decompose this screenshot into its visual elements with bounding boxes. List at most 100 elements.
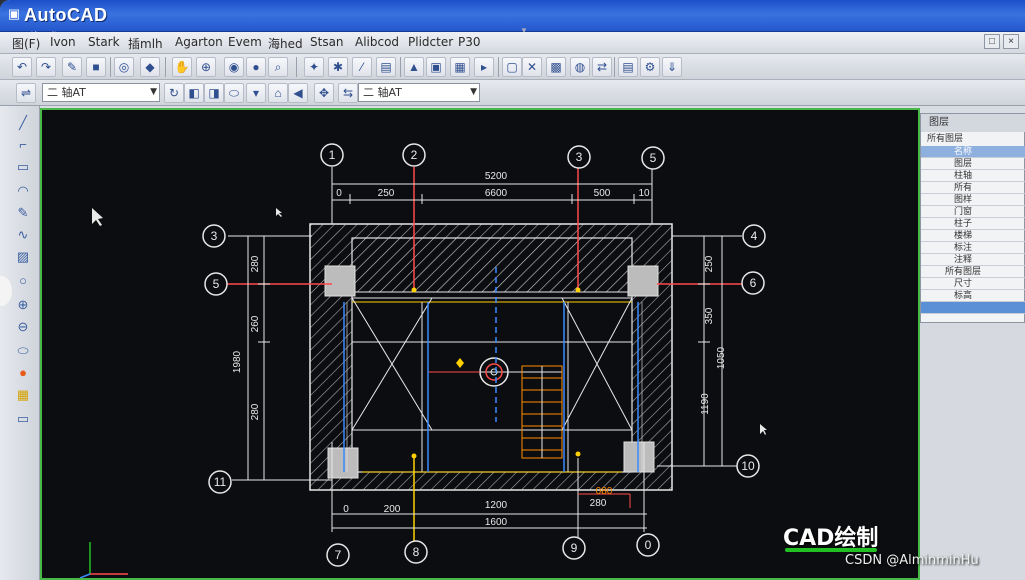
list-item[interactable]: 尺寸 xyxy=(921,278,1025,290)
layer-filter-icon[interactable]: ⬭ xyxy=(224,83,244,103)
list-item[interactable]: 所有 xyxy=(921,182,1025,194)
chevron-down-icon[interactable]: ▼ xyxy=(150,84,157,101)
settings-icon[interactable]: ⚙ xyxy=(640,57,660,77)
menu-item-plot[interactable]: Plidcter xyxy=(408,35,453,49)
list-item[interactable]: 门窗 xyxy=(921,206,1025,218)
pencil-icon[interactable]: ✎ xyxy=(62,57,82,77)
menu-item-file[interactable]: 图(F) xyxy=(12,35,40,52)
drawing-viewport[interactable]: 5200 250 6600 500 10 0 1980 280 260 280 … xyxy=(40,108,920,580)
match-properties-icon[interactable]: ⁄ xyxy=(352,57,372,77)
star-icon[interactable]: ✦ xyxy=(304,57,324,77)
list-item[interactable]: 所有图层 xyxy=(921,266,1025,278)
undo-icon[interactable]: ↶ xyxy=(12,57,32,77)
block-icon[interactable]: ▦ xyxy=(12,386,34,404)
toolbar-divider xyxy=(165,57,166,77)
ortho-icon[interactable]: ▩ xyxy=(546,57,566,77)
menu-item-format[interactable]: Agarton xyxy=(175,35,223,49)
globe-icon[interactable]: ◎ xyxy=(114,57,134,77)
list-item[interactable]: 柱子 xyxy=(921,218,1025,230)
layer-manager-icon[interactable]: ⇌ xyxy=(16,83,36,103)
list-item-selected[interactable] xyxy=(921,302,1025,314)
refresh-icon[interactable]: ↻ xyxy=(164,83,184,103)
image-icon[interactable]: ▤ xyxy=(376,57,396,77)
properties-icon[interactable]: ✱ xyxy=(328,57,348,77)
menu-item-view[interactable]: Ivon xyxy=(50,35,76,49)
layer-icon[interactable]: ▲ xyxy=(404,57,424,77)
toolbar-divider xyxy=(110,57,111,77)
menu-item-p3d[interactable]: P30 xyxy=(458,35,481,49)
command-icon[interactable]: ▸ xyxy=(474,57,494,77)
monitor-icon[interactable]: ▣ xyxy=(426,57,446,77)
dim-left-3: 280 xyxy=(250,403,261,420)
list-item[interactable]: 注释 xyxy=(921,254,1025,266)
arc-icon[interactable]: ◠ xyxy=(12,182,34,200)
menu-bar: 图(F) Ivon Stark 插mlh Agarton Evem 海hed S… xyxy=(0,32,1025,54)
maximize-button[interactable]: □ xyxy=(984,34,1000,49)
spline-icon[interactable]: ∿ xyxy=(12,226,34,244)
list-item[interactable]: 图样 xyxy=(921,194,1025,206)
pen-icon[interactable]: ✎ xyxy=(12,204,34,222)
zoom-window-icon[interactable]: ⊕ xyxy=(196,57,216,77)
cube-icon[interactable]: ◆ xyxy=(140,57,160,77)
menu-item-insert[interactable]: 插mlh xyxy=(128,35,163,52)
menu-item-tools[interactable]: Evem xyxy=(228,35,262,49)
floor-plan-drawing: 5200 250 6600 500 10 0 1980 280 260 280 … xyxy=(79,143,767,578)
menu-item-start[interactable]: Stark xyxy=(88,35,120,49)
svg-text:0: 0 xyxy=(645,538,652,552)
dim-top-edge-right: 10 xyxy=(638,188,650,199)
frame-icon[interactable]: ▢ xyxy=(502,57,522,77)
line-icon[interactable]: ╱ xyxy=(12,114,34,132)
hatch-icon[interactable]: ▨ xyxy=(12,248,34,266)
layer-combo-value: 二 轴AT xyxy=(47,86,86,99)
svg-text:11: 11 xyxy=(214,475,227,489)
menu-item-dimension[interactable]: Stsan xyxy=(310,35,344,49)
swap-icon[interactable]: ⇆ xyxy=(338,83,358,103)
close-button[interactable]: × xyxy=(1003,34,1019,49)
download-icon[interactable]: ⇓ xyxy=(662,57,682,77)
otrack-icon[interactable]: ⇄ xyxy=(592,57,612,77)
chevron-down-icon[interactable]: ▼ xyxy=(470,84,477,101)
pan-hand-icon[interactable]: ✋ xyxy=(172,57,192,77)
layer-state-icon[interactable]: ◨ xyxy=(204,83,224,103)
move-icon[interactable]: ✥ xyxy=(314,83,334,103)
draw-toolbar: ╱ ⌐ ▭ ◠ ✎ ∿ ▨ ○ ⊕ ⊖ ⬭ ● ▦ ▭ xyxy=(0,106,40,580)
calculator-icon[interactable]: ▤ xyxy=(618,57,638,77)
axis-bubble-right-6: 6 xyxy=(741,271,765,295)
list-item[interactable]: 标注 xyxy=(921,242,1025,254)
zoom-in-icon[interactable]: ⊕ xyxy=(12,296,34,314)
back-arrow-icon[interactable]: ◀ xyxy=(288,83,308,103)
zoom-realtime-icon[interactable]: ◉ xyxy=(224,57,244,77)
redo-icon[interactable]: ↷ xyxy=(36,57,56,77)
toolbar-divider xyxy=(614,57,615,77)
save-icon[interactable]: ■ xyxy=(86,57,106,77)
layer-dropdown-icon[interactable]: ▾ xyxy=(246,83,266,103)
home-icon[interactable]: ⌂ xyxy=(268,83,288,103)
menu-item-modify[interactable]: Alibcod xyxy=(355,35,399,49)
style-combo[interactable]: 二 轴AT ▼ xyxy=(358,83,480,102)
snap-icon[interactable]: ✕ xyxy=(522,57,542,77)
list-item[interactable]: 标高 xyxy=(921,290,1025,302)
dim-top-mid: 6600 xyxy=(485,188,508,199)
dim-right-1: 250 xyxy=(704,255,715,272)
polyline-icon[interactable]: ⌐ xyxy=(12,136,34,154)
zoom-out-icon[interactable]: ⊖ xyxy=(12,318,34,336)
list-item[interactable]: 柱轴 xyxy=(921,170,1025,182)
text-box-icon[interactable]: ▭ xyxy=(12,410,34,428)
list-item[interactable]: 图层 xyxy=(921,158,1025,170)
palette-tab[interactable]: 图层 xyxy=(921,114,1025,132)
circle-icon[interactable]: ○ xyxy=(12,272,34,290)
right-panel-background xyxy=(920,323,1025,580)
magnifier-icon[interactable]: ⌕ xyxy=(268,57,288,77)
color-picker-icon[interactable]: ● xyxy=(12,364,34,382)
list-item[interactable]: 楼梯 xyxy=(921,230,1025,242)
layer-prev-icon[interactable]: ◧ xyxy=(184,83,204,103)
layer-combo[interactable]: 二 轴AT ▼ xyxy=(42,83,160,102)
dim-bottom-total: 1600 xyxy=(485,517,508,528)
menu-item-draw[interactable]: 海hed xyxy=(268,35,303,52)
zoom-extents-icon[interactable]: ● xyxy=(246,57,266,77)
rectangle-icon[interactable]: ▭ xyxy=(12,158,34,176)
axis-bubble-right-10: 10 xyxy=(736,454,760,478)
ellipse-icon[interactable]: ⬭ xyxy=(12,342,34,360)
document-icon[interactable]: ▦ xyxy=(450,57,470,77)
osnap-icon[interactable]: ◍ xyxy=(570,57,590,77)
